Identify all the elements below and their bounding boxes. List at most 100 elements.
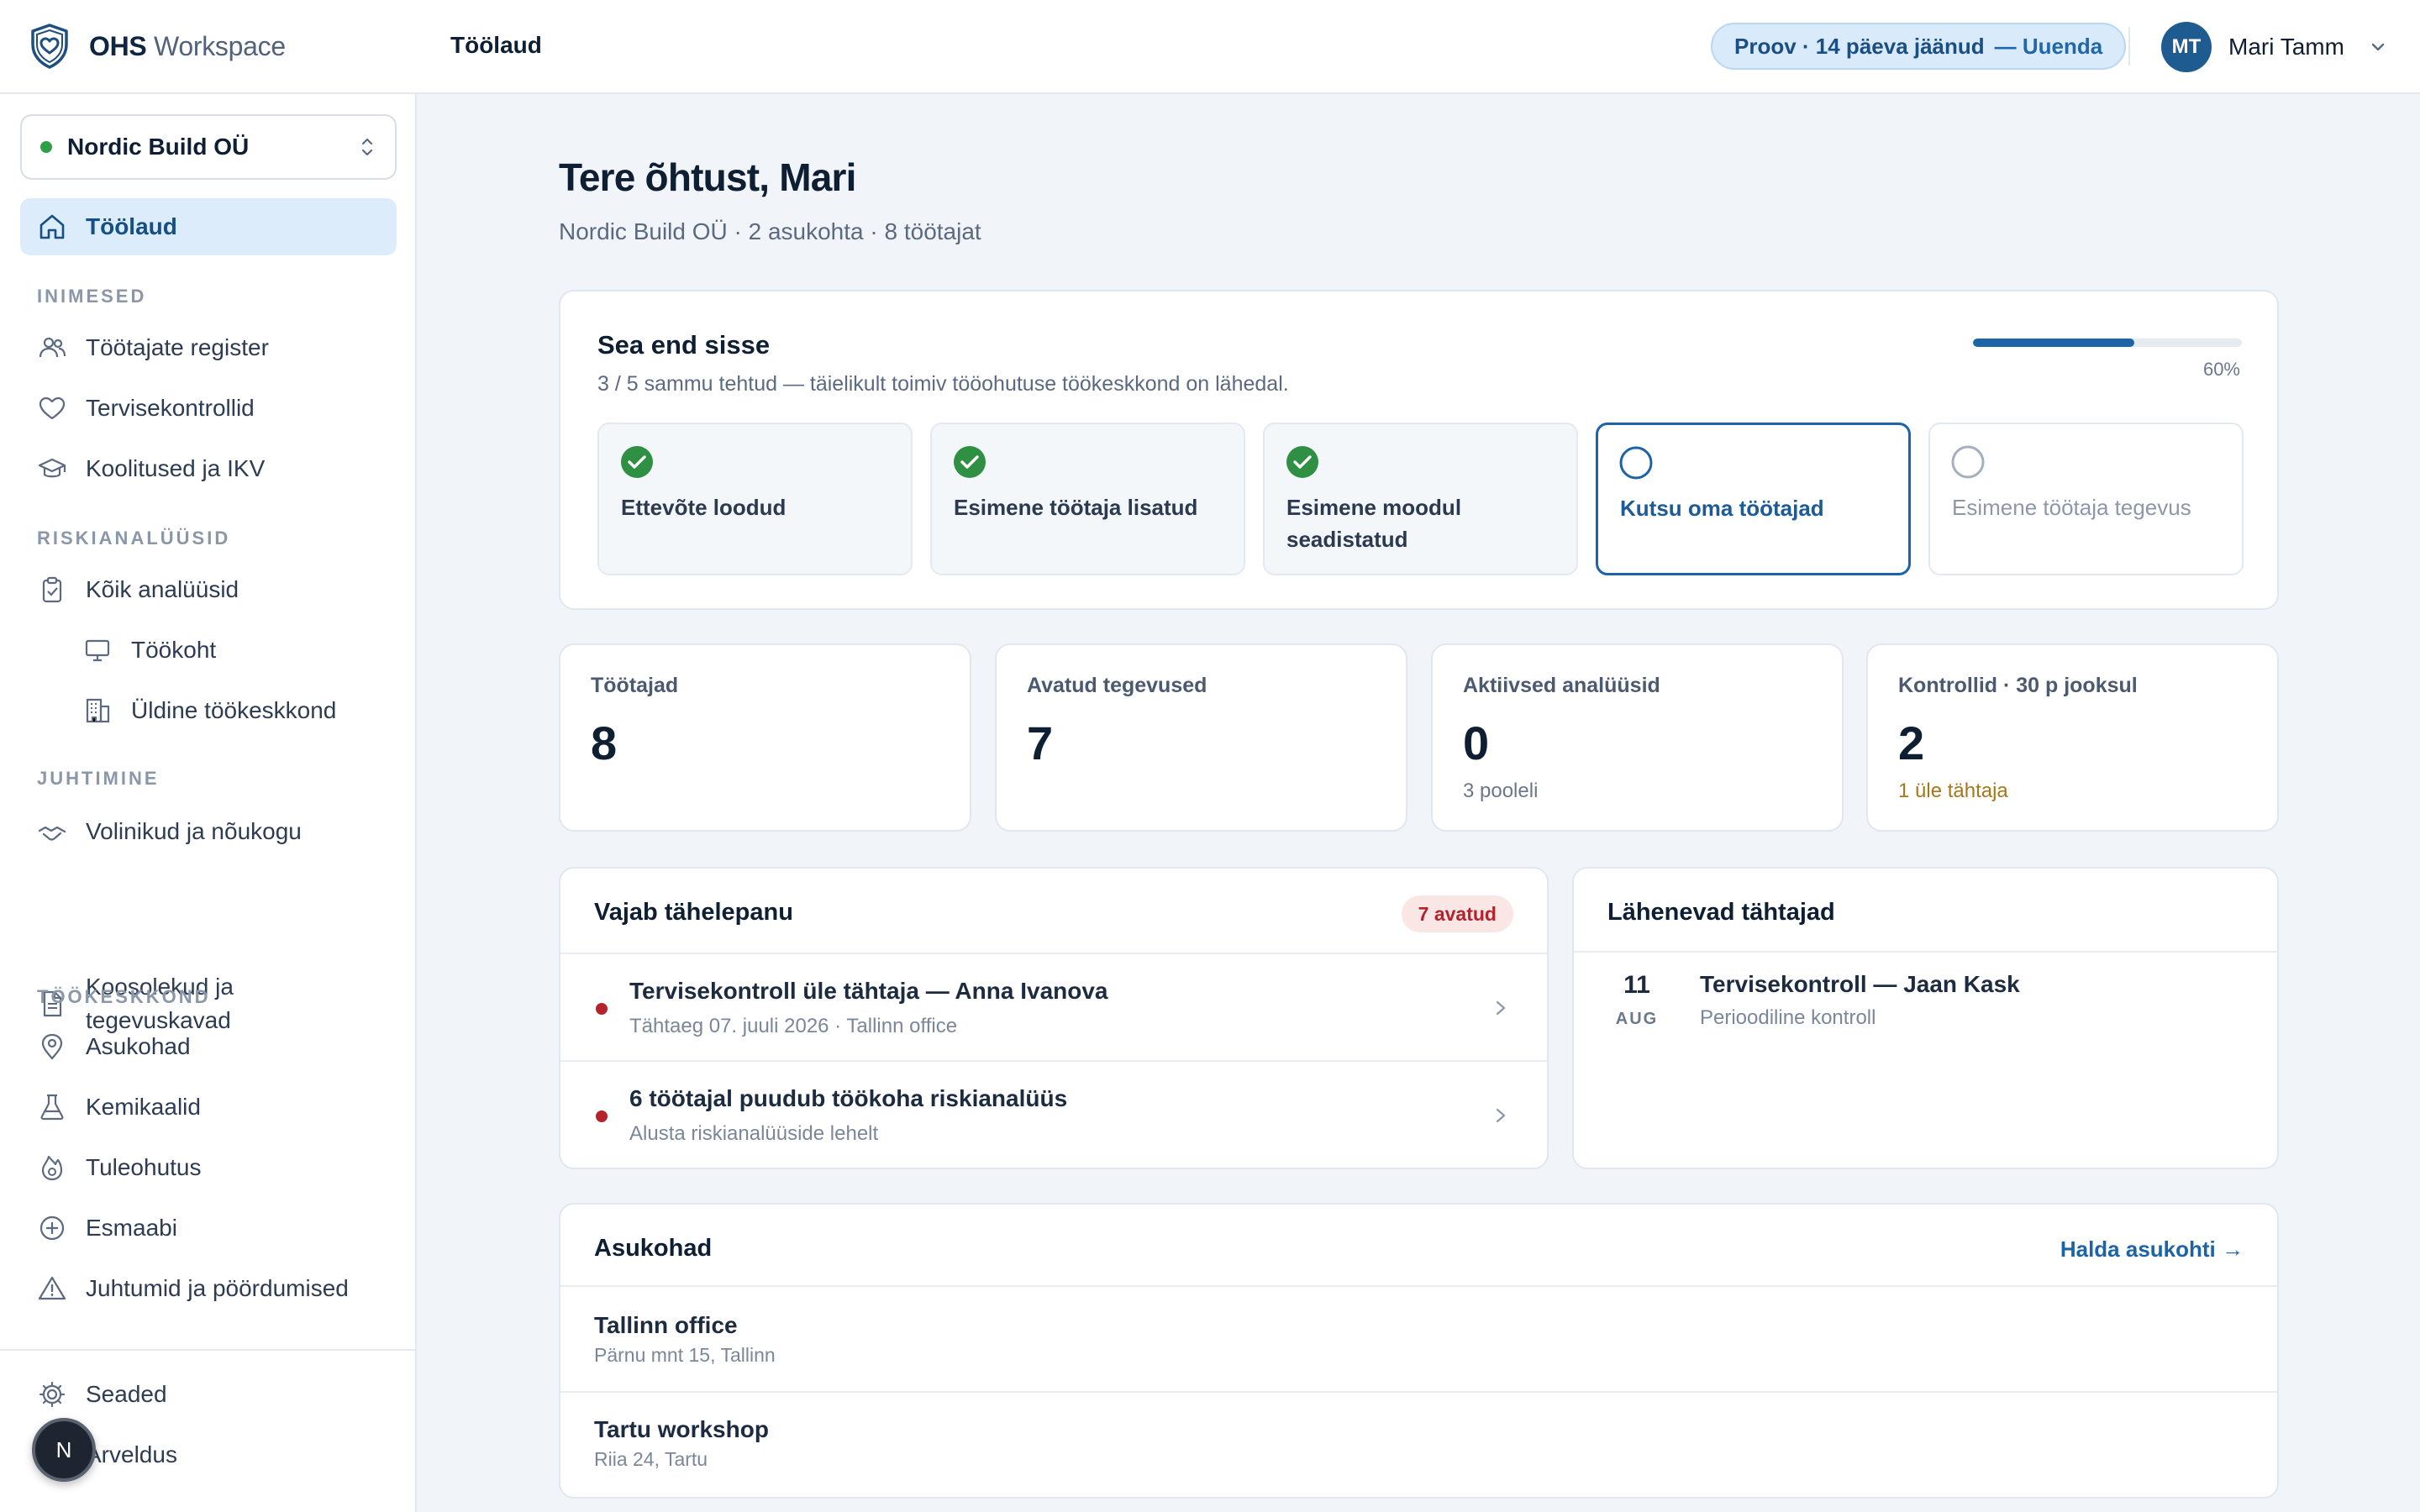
- attention-row-title: 6 töötajal puudub töökoha riskianalüüs: [629, 1085, 1068, 1111]
- sidebar-item-all-analyses[interactable]: Kõik analüüsid: [20, 561, 397, 618]
- sidebar-item-chemicals[interactable]: Kemikaalid: [20, 1079, 397, 1136]
- sidebar-item-settings[interactable]: Seaded: [20, 1366, 397, 1423]
- divider: [560, 1391, 2277, 1393]
- gear-icon: [39, 1381, 66, 1408]
- onboarding-step[interactable]: Esimene töötaja tegevus: [1928, 423, 2244, 575]
- page-title: Töölaud: [450, 32, 542, 58]
- building-icon: [86, 698, 110, 723]
- sidebar-item-label: Koolitused ja IKV: [86, 455, 266, 481]
- sidebar-item-label: Asukohad: [86, 1033, 191, 1059]
- flame-icon: [41, 1155, 63, 1181]
- chevron-right-icon: [1496, 1000, 1506, 1016]
- locations-card: Asukohad Halda asukohti → Tallinn office…: [559, 1203, 2279, 1499]
- deadline-subtitle: Perioodiline kontroll: [1700, 1006, 1876, 1029]
- org-switcher[interactable]: Nordic Build OÜ: [20, 114, 397, 180]
- section-label-risk: RISKIANALÜÜSID: [37, 528, 231, 549]
- plus-circle-icon: [39, 1215, 65, 1241]
- deadlines-card: Lähenevad tähtajad 11 AUG Tervisekontrol…: [1572, 867, 2279, 1169]
- divider: [560, 1285, 2277, 1287]
- step-label: Esimene moodul seadistatud: [1286, 495, 1462, 552]
- deadline-day: 11: [1623, 971, 1650, 999]
- sidebar-item-label: Juhtumid ja pöördumised: [86, 1275, 349, 1301]
- attention-row-title: Tervisekontroll üle tähtaja — Anna Ivano…: [629, 978, 1108, 1004]
- check-circle-icon: [1286, 446, 1318, 478]
- attention-row[interactable]: 6 töötajal puudub töökoha riskianalüüs A…: [560, 1062, 1547, 1168]
- stat-card-open-actions[interactable]: Avatud tegevused 7: [995, 643, 1407, 832]
- chevron-right-icon: [1496, 1108, 1506, 1123]
- sidebar-item-incidents[interactable]: Juhtumid ja pöördumised: [20, 1260, 397, 1317]
- users-icon: [39, 337, 66, 358]
- sidebar-item-general-environment[interactable]: Üldine töökeskkond: [66, 682, 397, 739]
- user-menu[interactable]: MT Mari Tamm: [2161, 22, 2388, 72]
- stat-card-active-analyses[interactable]: Aktiivsed analüüsid 0 3 pooleli: [1431, 643, 1844, 832]
- renew-link[interactable]: — Uuenda: [1995, 34, 2103, 60]
- deadline-month: AUG: [1615, 1010, 1659, 1028]
- stat-card-inspections[interactable]: Kontrollid · 30 p jooksul 2 1 üle tähtaj…: [1866, 643, 2279, 832]
- onboarding-step-current[interactable]: Kutsu oma töötajad: [1596, 423, 1911, 575]
- onboarding-step[interactable]: Esimene töötaja lisatud: [930, 423, 1245, 575]
- sidebar-item-label: Tuleohutus: [86, 1154, 202, 1180]
- sidebar-item-employees[interactable]: Töötajate register: [20, 319, 397, 376]
- top-bar: OHS Workspace Töölaud Proov · 14 päeva j…: [0, 0, 2420, 94]
- brand[interactable]: OHS Workspace: [25, 22, 286, 71]
- warning-triangle-icon: [38, 1276, 66, 1300]
- monitor-icon: [85, 639, 110, 662]
- home-icon: [39, 214, 65, 239]
- deadline-title: Tervisekontroll — Jaan Kask: [1700, 971, 2020, 997]
- sidebar-item-trainings[interactable]: Koolitused ja IKV: [20, 440, 397, 497]
- brand-name: OHS Workspace: [89, 30, 286, 61]
- help-launcher-button[interactable]: N: [32, 1418, 96, 1482]
- map-pin-icon: [41, 1033, 63, 1060]
- stat-label: Avatud tegevused: [1027, 674, 1207, 697]
- sidebar-item-dashboard[interactable]: Töölaud: [20, 198, 397, 255]
- attention-row-subtitle: Tähtaeg 07. juuli 2026 · Tallinn office: [629, 1015, 958, 1037]
- onboarding-step[interactable]: Esimene moodul seadistatud: [1263, 423, 1578, 575]
- locations-title: Asukohad: [594, 1235, 713, 1262]
- flask-icon: [40, 1094, 64, 1121]
- user-name: Mari Tamm: [2228, 34, 2344, 60]
- attention-row-subtitle: Alusta riskianalüüside lehelt: [629, 1122, 879, 1145]
- sidebar-item-representatives[interactable]: Volinikud ja nõukogu: [20, 803, 397, 860]
- step-label: Esimene töötaja lisatud: [954, 495, 1198, 520]
- step-label: Esimene töötaja tegevus: [1952, 495, 2191, 520]
- onboarding-step[interactable]: Ettevõte loodud: [597, 423, 913, 575]
- attention-row[interactable]: Tervisekontroll üle tähtaja — Anna Ivano…: [560, 954, 1547, 1060]
- sidebar-divider: [0, 1349, 415, 1351]
- heart-icon: [39, 396, 66, 420]
- sidebar-item-label: Töölaud: [86, 213, 177, 239]
- sidebar-item-workplace[interactable]: Töökoht: [66, 622, 397, 679]
- check-circle-icon: [621, 446, 653, 478]
- empty-circle-icon: [1951, 445, 1985, 479]
- stat-label: Töötajad: [591, 674, 679, 697]
- org-name: Nordic Build OÜ: [67, 134, 250, 160]
- avatar: MT: [2161, 22, 2212, 72]
- sidebar-item-label: Seaded: [86, 1381, 167, 1407]
- sidebar-item-fire-safety[interactable]: Tuleohutus: [20, 1139, 397, 1196]
- sidebar-item-first-aid[interactable]: Esmaabi: [20, 1200, 397, 1257]
- stat-label: Kontrollid · 30 p jooksul: [1898, 674, 2138, 697]
- stat-note: 3 pooleli: [1463, 780, 1539, 802]
- step-label: Kutsu oma töötajad: [1620, 496, 1824, 521]
- stat-card-employees[interactable]: Töötajad 8: [559, 643, 971, 832]
- stat-value: 2: [1898, 717, 1925, 769]
- divider: [1574, 951, 2277, 953]
- stat-value: 8: [591, 717, 618, 769]
- location-name: Tartu workshop: [594, 1416, 769, 1442]
- clipboard-check-icon: [42, 576, 62, 603]
- sidebar-item-health[interactable]: Tervisekontrollid: [20, 380, 397, 437]
- open-count-badge: 7 avatud: [1401, 895, 1513, 932]
- trial-banner[interactable]: Proov · 14 päeva jäänud — Uuenda: [1711, 23, 2127, 70]
- sidebar-item-locations[interactable]: Asukohad: [20, 1018, 397, 1075]
- progress-percent: 60%: [2202, 359, 2240, 380]
- sidebar-item-label: Töötajate register: [86, 334, 269, 360]
- sidebar-item-label: Üldine töökeskkond: [131, 697, 337, 723]
- attention-title: Vajab tähelepanu: [594, 899, 793, 926]
- topbar-divider: [2128, 27, 2130, 66]
- greeting-heading: Tere õhtust, Mari: [559, 155, 856, 199]
- manage-locations-link[interactable]: Halda asukohti →: [2060, 1236, 2244, 1263]
- org-summary: Nordic Build OÜ · 2 asukohta · 8 töötaja…: [559, 218, 981, 244]
- sidebar: Nordic Build OÜ Töölaud INIMESED Töötaja…: [0, 94, 417, 1512]
- onboarding-card: Sea end sisse 3 / 5 sammu tehtud — täiel…: [559, 290, 2279, 610]
- sidebar-item-label: Arveldus: [86, 1441, 177, 1467]
- stat-label: Aktiivsed analüüsid: [1463, 674, 1660, 697]
